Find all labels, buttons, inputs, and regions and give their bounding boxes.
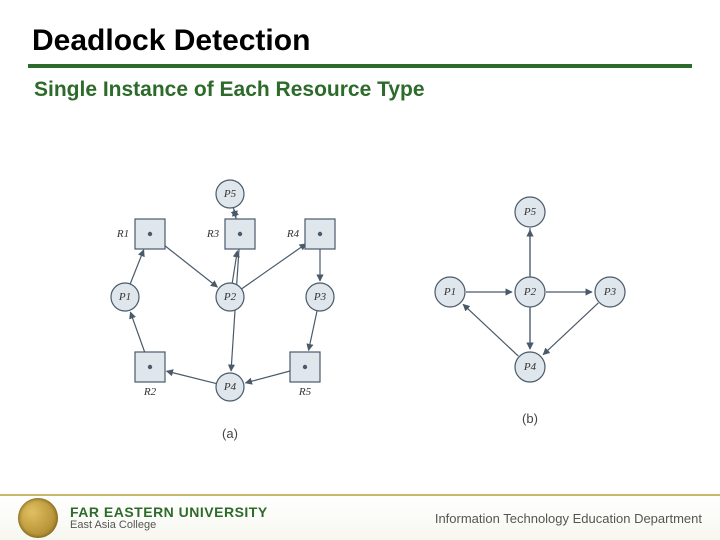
- wait-for-graph: P5 P1 P2 P3 P4: [420, 187, 640, 407]
- svg-text:P3: P3: [603, 286, 617, 298]
- university-name-block: FAR EASTERN UNIVERSITY East Asia College: [70, 505, 268, 531]
- svg-text:R2: R2: [143, 386, 157, 398]
- svg-text:R3: R3: [206, 228, 220, 240]
- sublabel-a: (a): [222, 426, 238, 441]
- svg-text:P4: P4: [223, 381, 237, 393]
- page-title: Deadlock Detection: [32, 24, 692, 58]
- figures-row: R1 R3 R4 R2 R5 P5 P1 P2 P3 P4 (a) P5 P1 P2 P3 P4 (b): [28, 112, 692, 501]
- svg-text:P3: P3: [313, 291, 327, 303]
- svg-text:R4: R4: [286, 228, 300, 240]
- svg-text:P1: P1: [118, 291, 131, 303]
- svg-text:P2: P2: [523, 286, 537, 298]
- slide: Deadlock Detection Single Instance of Ea…: [0, 0, 720, 540]
- university-name: FAR EASTERN UNIVERSITY: [70, 505, 268, 520]
- sublabel-b: (b): [522, 411, 538, 426]
- svg-text:P4: P4: [523, 361, 537, 373]
- figure-a: R1 R3 R4 R2 R5 P5 P1 P2 P3 P4 (a): [80, 172, 380, 441]
- subtitle: Single Instance of Each Resource Type: [34, 78, 692, 102]
- figure-b: P5 P1 P2 P3 P4 (b): [420, 187, 640, 426]
- title-rule: [28, 64, 692, 68]
- svg-text:R1: R1: [116, 228, 129, 240]
- department-name: Information Technology Education Departm…: [435, 511, 702, 526]
- svg-text:R5: R5: [298, 386, 312, 398]
- footer-bar: FAR EASTERN UNIVERSITY East Asia College…: [0, 494, 720, 540]
- university-seal-icon: [18, 498, 58, 538]
- university-subname: East Asia College: [70, 520, 268, 532]
- svg-text:P2: P2: [223, 291, 237, 303]
- svg-text:P1: P1: [443, 286, 456, 298]
- svg-text:P5: P5: [223, 188, 237, 200]
- resource-allocation-graph: R1 R3 R4 R2 R5 P5 P1 P2 P3 P4: [80, 172, 380, 422]
- svg-text:P5: P5: [523, 206, 537, 218]
